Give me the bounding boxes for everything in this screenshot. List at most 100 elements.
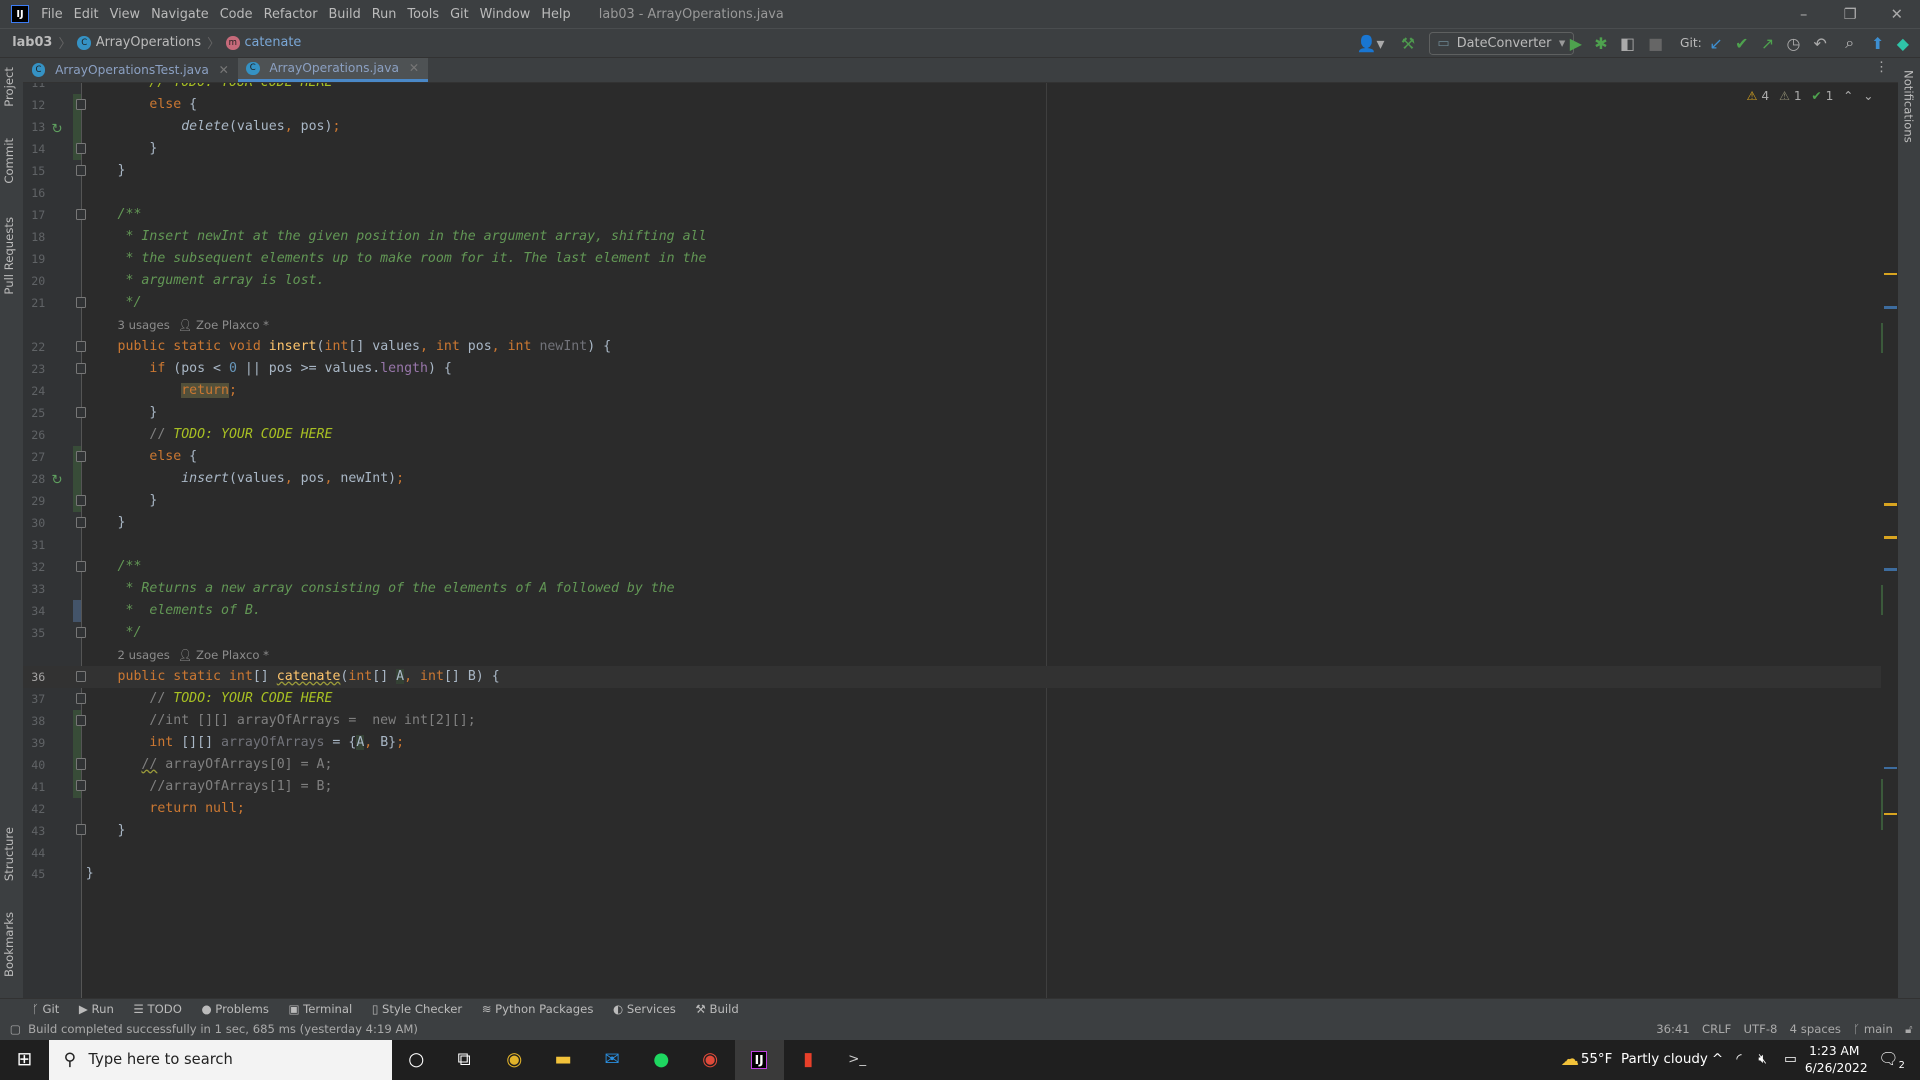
windows-start-icon[interactable]: ⊞: [0, 1040, 49, 1080]
tool-window-services[interactable]: ◐ Services: [613, 1002, 676, 1016]
line-number[interactable]: 36: [23, 666, 45, 688]
user-icon[interactable]: 👤▾: [1357, 29, 1385, 57]
tool-window-git[interactable]: ᚴ Git: [32, 1002, 59, 1016]
line-number[interactable]: 29: [23, 490, 45, 512]
line-number[interactable]: 18: [23, 226, 45, 248]
line-number[interactable]: 14: [23, 138, 45, 160]
run-config-select[interactable]: ▭ DateConverter ▾: [1428, 31, 1574, 55]
build-hammer-icon[interactable]: ⚒: [1401, 29, 1415, 57]
run-icon[interactable]: ▶: [1570, 29, 1582, 57]
line-number[interactable]: 31: [23, 534, 45, 556]
toolbox-icon[interactable]: ◆: [1897, 29, 1909, 57]
fold-icon[interactable]: [75, 758, 86, 770]
tab-array-operations[interactable]: C ArrayOperations.java ✕: [237, 57, 428, 83]
menu-code[interactable]: Code: [220, 7, 253, 22]
stop-icon[interactable]: ■: [1648, 29, 1663, 57]
line-number[interactable]: 40: [23, 754, 45, 776]
tool-structure[interactable]: Structure: [2, 827, 16, 881]
tool-window-run[interactable]: ▶ Run: [79, 1002, 114, 1016]
fold-icon[interactable]: [75, 450, 86, 462]
line-number[interactable]: 24: [23, 380, 45, 402]
prev-highlight-icon[interactable]: ⌃: [1843, 89, 1853, 103]
line-number[interactable]: 13: [23, 116, 45, 138]
lock-icon[interactable]: 🔓︎: [1905, 1022, 1913, 1037]
volume-muted-icon[interactable]: 🔇︎: [1758, 1052, 1766, 1067]
tool-window-build[interactable]: ⚒ Build: [695, 1002, 738, 1016]
tool-window-todo[interactable]: ☰ TODO: [133, 1002, 181, 1016]
update-icon[interactable]: ⬆: [1871, 29, 1884, 57]
author-hint[interactable]: 👤︎ Zoe Plaxco *: [178, 314, 269, 336]
line-number[interactable]: 25: [23, 402, 45, 424]
status-message[interactable]: Build completed successfully in 1 sec, 6…: [28, 1022, 418, 1036]
weather-text[interactable]: 55°F Partly cloudy: [1581, 1052, 1708, 1067]
tool-pull-requests[interactable]: Pull Requests: [2, 217, 16, 295]
git-update-icon[interactable]: ↙: [1709, 29, 1722, 57]
line-number[interactable]: 20: [23, 270, 45, 292]
file-explorer-icon[interactable]: ▬: [539, 1040, 588, 1080]
tool-commit[interactable]: Commit: [2, 138, 16, 184]
author-hint[interactable]: 👤︎ Zoe Plaxco *: [178, 644, 269, 666]
close-window-button[interactable]: ✕: [1873, 0, 1920, 28]
rollback-icon[interactable]: ↶: [1813, 29, 1826, 57]
line-number[interactable]: 19: [23, 248, 45, 270]
tool-project[interactable]: Project: [2, 67, 16, 107]
tool-notifications[interactable]: Notifications: [1902, 70, 1916, 143]
breadcrumb-project[interactable]: lab03: [12, 35, 52, 50]
vcs-change-marker[interactable]: [73, 467, 81, 490]
menu-git[interactable]: Git: [450, 7, 469, 22]
vcs-change-marker[interactable]: [73, 731, 81, 754]
fold-icon[interactable]: [75, 143, 86, 155]
fold-icon[interactable]: [75, 296, 86, 308]
menu-help[interactable]: Help: [541, 7, 570, 22]
menu-tools[interactable]: Tools: [407, 7, 439, 22]
line-number[interactable]: 26: [23, 424, 45, 446]
clock[interactable]: 1:23 AM 6/26/2022: [1805, 1043, 1868, 1077]
taskbar-search[interactable]: ⚲ Type here to search: [48, 1039, 392, 1080]
tray-chevron-icon[interactable]: ^: [1712, 1052, 1723, 1067]
fold-icon[interactable]: [75, 692, 86, 704]
line-number[interactable]: 27: [23, 446, 45, 468]
line-number[interactable]: 33: [23, 578, 45, 600]
vcs-change-marker[interactable]: [73, 116, 81, 139]
fold-icon[interactable]: [75, 494, 86, 506]
task-view-icon[interactable]: ⧉: [440, 1040, 489, 1080]
fold-icon[interactable]: [75, 362, 86, 374]
fold-icon[interactable]: [75, 824, 86, 836]
line-number[interactable]: 43: [23, 820, 45, 842]
fold-icon[interactable]: [75, 165, 86, 177]
mail-icon[interactable]: ✉: [588, 1040, 637, 1080]
line-number[interactable]: 15: [23, 160, 45, 182]
breadcrumb-class[interactable]: ArrayOperations: [96, 35, 201, 50]
search-icon[interactable]: ⌕: [1845, 29, 1854, 57]
fold-icon[interactable]: [75, 406, 86, 418]
line-number[interactable]: 38: [23, 710, 45, 732]
inspections-widget[interactable]: ⚠ 4 ⚠ 1 ✔ 1 ⌃ ⌄: [1747, 89, 1874, 103]
menu-file[interactable]: File: [41, 7, 63, 22]
intellij-taskbar-icon[interactable]: IJ: [734, 1039, 784, 1080]
usages-link[interactable]: 3 usages: [118, 314, 170, 336]
usages-link[interactable]: 2 usages: [118, 644, 170, 666]
vcs-change-marker[interactable]: [73, 599, 81, 622]
line-number[interactable]: 22: [23, 336, 45, 358]
caret-position[interactable]: 36:41: [1656, 1022, 1690, 1036]
line-number[interactable]: 39: [23, 732, 45, 754]
line-number[interactable]: 21: [23, 292, 45, 314]
cortana-icon[interactable]: ○: [392, 1040, 441, 1080]
debug-icon[interactable]: ✱: [1594, 29, 1607, 57]
menu-build[interactable]: Build: [329, 7, 361, 22]
line-number[interactable]: 32: [23, 556, 45, 578]
fold-icon[interactable]: [75, 340, 86, 352]
menu-navigate[interactable]: Navigate: [151, 7, 209, 22]
line-number[interactable]: 42: [23, 798, 45, 820]
menu-run[interactable]: Run: [372, 7, 397, 22]
menu-view[interactable]: View: [110, 7, 140, 22]
line-number[interactable]: 44: [23, 842, 45, 864]
fold-icon[interactable]: [75, 516, 86, 528]
file-encoding[interactable]: UTF-8: [1744, 1022, 1778, 1036]
history-icon[interactable]: ◷: [1787, 29, 1801, 57]
line-number[interactable]: 30: [23, 512, 45, 534]
tabs-menu-icon[interactable]: ⋮: [1865, 58, 1898, 83]
fold-icon[interactable]: [75, 626, 86, 638]
chrome-profile-icon[interactable]: ◉: [686, 1040, 735, 1080]
next-highlight-icon[interactable]: ⌄: [1863, 89, 1873, 103]
